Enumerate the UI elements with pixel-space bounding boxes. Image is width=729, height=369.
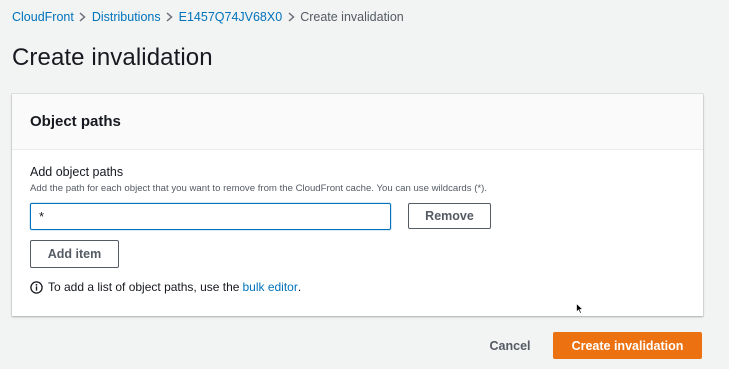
mouse-pointer-icon — [576, 303, 584, 314]
panel-title: Object paths — [30, 113, 121, 130]
chevron-right-icon — [74, 10, 92, 24]
breadcrumb-distributions[interactable]: Distributions — [92, 10, 161, 24]
breadcrumb: CloudFront Distributions E1457Q74JV68X0 … — [12, 10, 404, 24]
panel-header: Object paths — [12, 94, 703, 150]
breadcrumb-cloudfront[interactable]: CloudFront — [12, 10, 74, 24]
chevron-right-icon — [161, 10, 179, 24]
breadcrumb-distribution-id[interactable]: E1457Q74JV68X0 — [179, 10, 283, 24]
create-invalidation-button[interactable]: Create invalidation — [553, 332, 702, 359]
add-object-paths-description: Add the path for each object that you wa… — [30, 183, 488, 194]
object-paths-panel: Object paths Add object paths Add the pa… — [12, 94, 703, 316]
cancel-button[interactable]: Cancel — [477, 333, 543, 359]
object-path-input[interactable] — [30, 203, 391, 230]
remove-button[interactable]: Remove — [408, 203, 491, 229]
add-item-button[interactable]: Add item — [30, 240, 119, 268]
add-object-paths-label: Add object paths — [30, 165, 124, 179]
breadcrumb-current: Create invalidation — [300, 10, 404, 24]
page-title: Create invalidation — [12, 44, 213, 71]
info-text: To add a list of object paths, use the — [48, 280, 240, 294]
bulk-editor-info: To add a list of object paths, use the b… — [30, 280, 301, 294]
bulk-editor-link[interactable]: bulk editor — [242, 280, 297, 294]
info-text-end: . — [297, 280, 302, 294]
info-icon — [30, 280, 43, 294]
chevron-right-icon — [282, 10, 300, 24]
page: CloudFront Distributions E1457Q74JV68X0 … — [0, 0, 729, 369]
